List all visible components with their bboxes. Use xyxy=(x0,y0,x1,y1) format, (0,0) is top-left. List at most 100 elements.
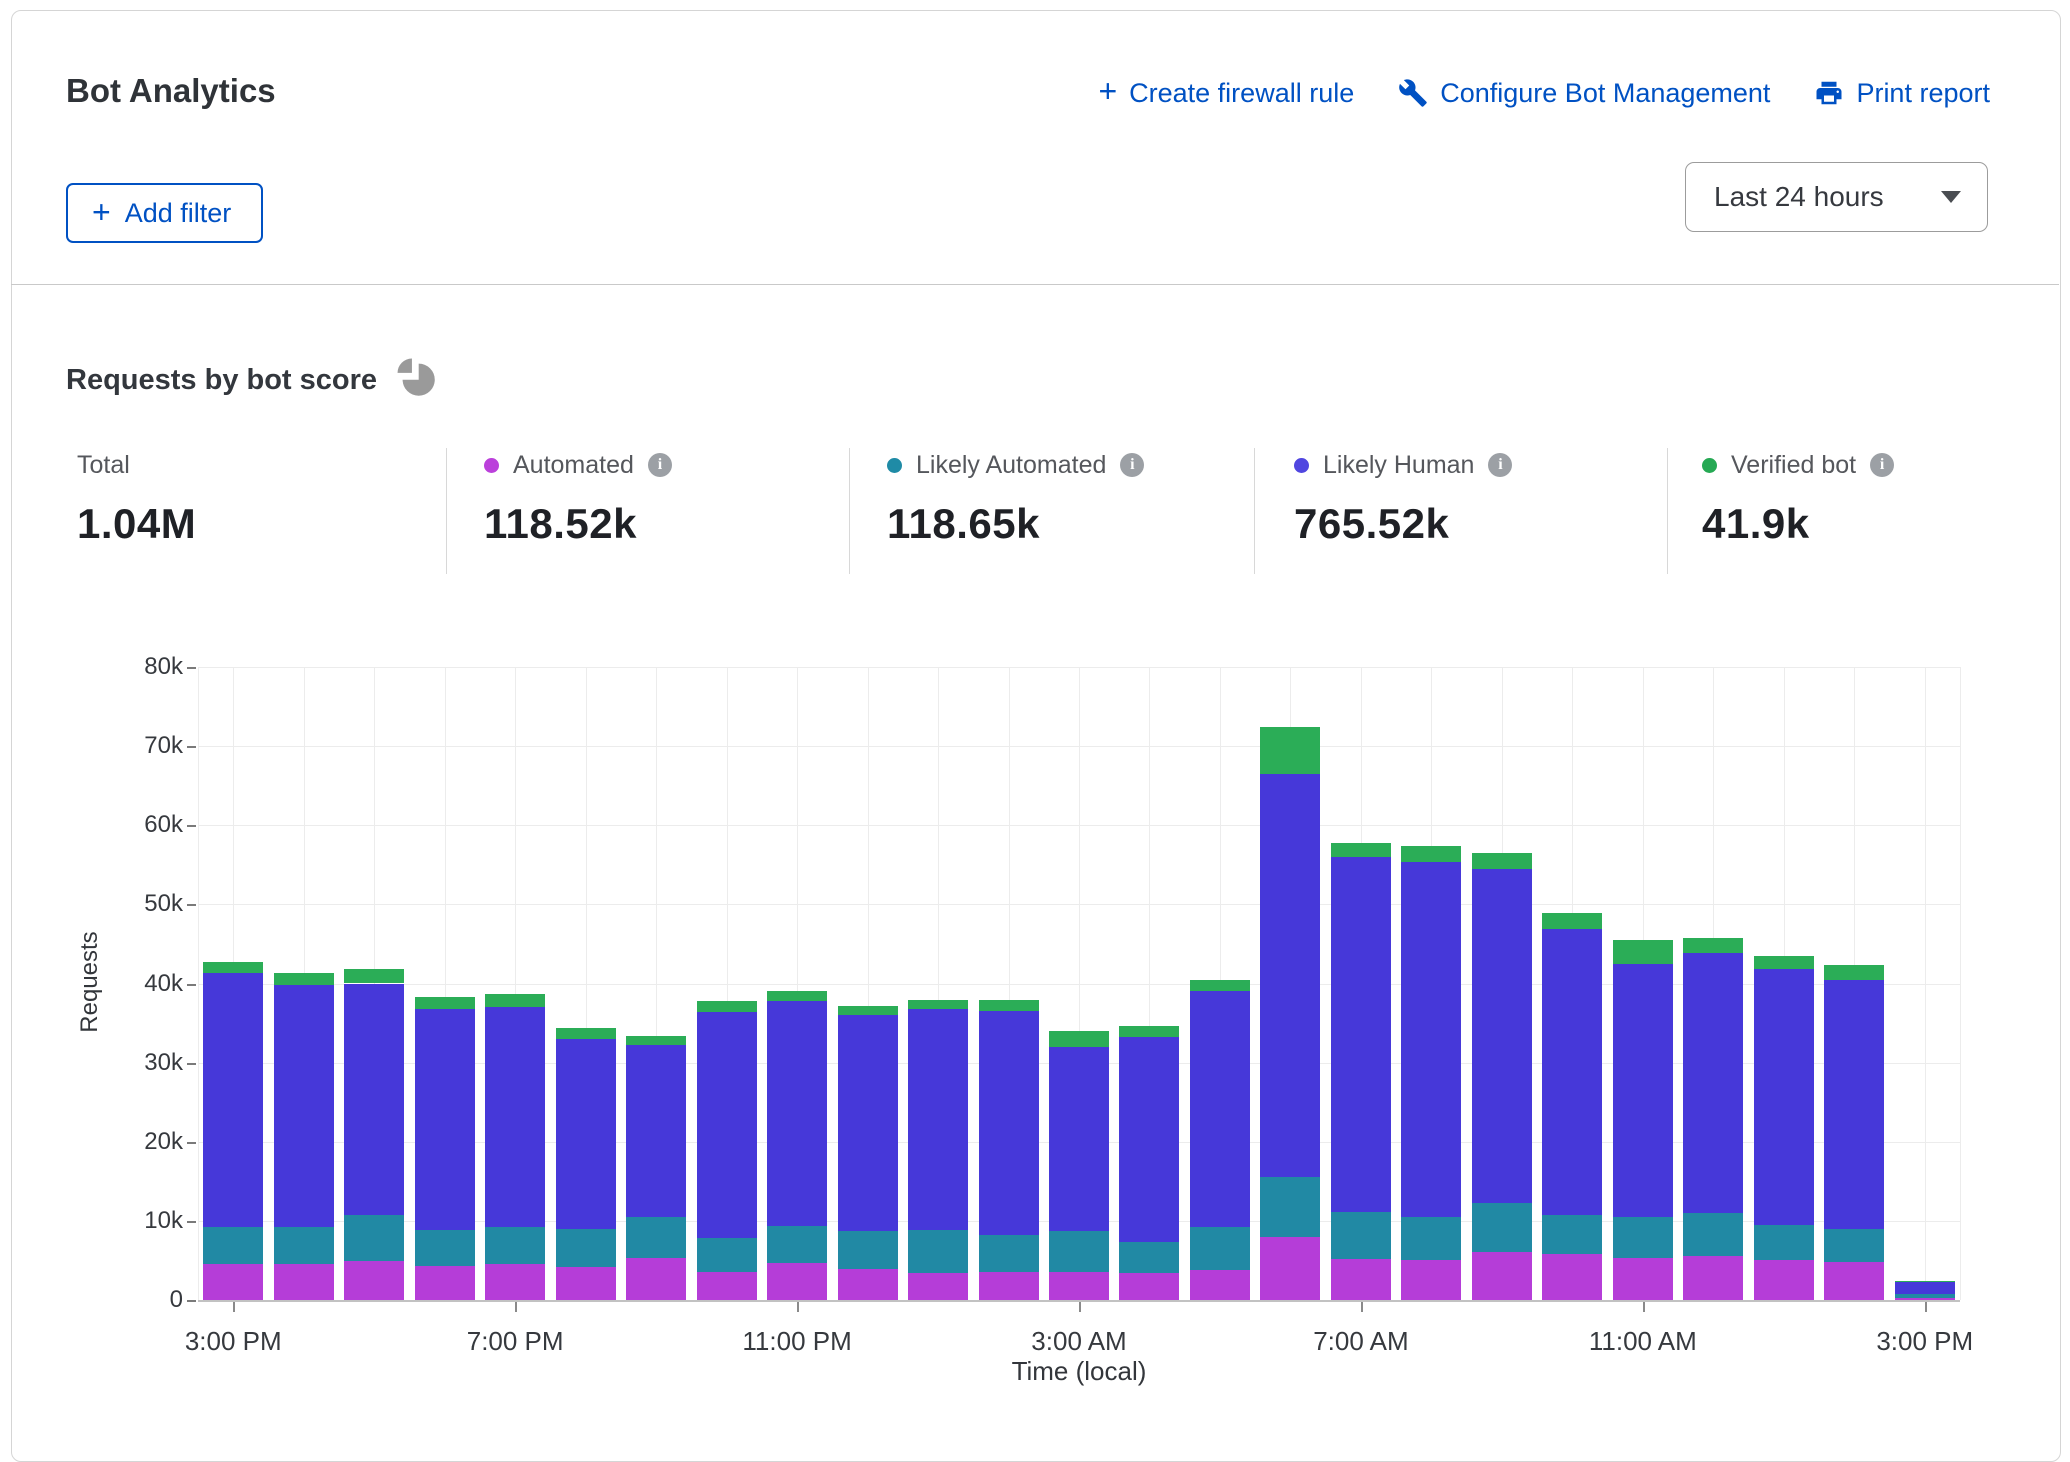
bar-segment-likely-human[interactable] xyxy=(1542,929,1602,1215)
bar-segment-verified-bot[interactable] xyxy=(1119,1026,1179,1037)
bar-segment-verified-bot[interactable] xyxy=(1683,938,1743,953)
bar-segment-verified-bot[interactable] xyxy=(1472,853,1532,869)
bar-segment-automated[interactable] xyxy=(415,1266,475,1300)
bar-segment-automated[interactable] xyxy=(1824,1262,1884,1300)
info-icon[interactable]: i xyxy=(1870,453,1894,477)
bar-segment-likely-automated[interactable] xyxy=(344,1215,404,1261)
bar-segment-likely-human[interactable] xyxy=(1401,862,1461,1217)
bar-segment-automated[interactable] xyxy=(203,1264,263,1300)
bar-segment-likely-automated[interactable] xyxy=(626,1217,686,1258)
bar-segment-verified-bot[interactable] xyxy=(415,997,475,1009)
bar-segment-likely-automated[interactable] xyxy=(203,1227,263,1263)
bar-segment-likely-human[interactable] xyxy=(838,1015,898,1231)
bar-segment-likely-human[interactable] xyxy=(1895,1282,1955,1295)
time-range-dropdown[interactable]: Last 24 hours xyxy=(1685,162,1988,232)
bar-segment-automated[interactable] xyxy=(485,1264,545,1300)
bar-segment-automated[interactable] xyxy=(344,1261,404,1300)
bar-segment-likely-human[interactable] xyxy=(1331,857,1391,1212)
bar-segment-automated[interactable] xyxy=(979,1272,1039,1300)
info-icon[interactable]: i xyxy=(648,453,672,477)
bar-segment-likely-automated[interactable] xyxy=(1613,1217,1673,1258)
bar-segment-automated[interactable] xyxy=(1895,1298,1955,1300)
bar-segment-likely-human[interactable] xyxy=(1190,991,1250,1227)
bar-segment-verified-bot[interactable] xyxy=(767,991,827,1000)
bar-segment-likely-automated[interactable] xyxy=(979,1235,1039,1272)
bar-segment-verified-bot[interactable] xyxy=(1542,913,1602,929)
bar-segment-likely-automated[interactable] xyxy=(838,1231,898,1269)
bar-segment-likely-automated[interactable] xyxy=(1895,1294,1955,1297)
bar-segment-likely-automated[interactable] xyxy=(767,1226,827,1262)
bar-segment-automated[interactable] xyxy=(556,1267,616,1300)
bar-segment-verified-bot[interactable] xyxy=(344,969,404,983)
bar-segment-likely-human[interactable] xyxy=(1754,969,1814,1225)
bar-segment-verified-bot[interactable] xyxy=(1260,727,1320,774)
bar-segment-likely-human[interactable] xyxy=(979,1011,1039,1235)
bar-segment-verified-bot[interactable] xyxy=(203,962,263,973)
bar-segment-automated[interactable] xyxy=(838,1269,898,1300)
bar-segment-automated[interactable] xyxy=(1049,1272,1109,1300)
bar-segment-automated[interactable] xyxy=(1260,1237,1320,1300)
stat-likely-automated[interactable]: Likely Automatedi118.65k xyxy=(887,448,1144,548)
bar-segment-automated[interactable] xyxy=(1613,1258,1673,1300)
bar-segment-automated[interactable] xyxy=(274,1264,334,1300)
bar-segment-likely-automated[interactable] xyxy=(1260,1177,1320,1236)
bar-segment-likely-automated[interactable] xyxy=(1190,1227,1250,1270)
info-icon[interactable]: i xyxy=(1488,453,1512,477)
bar-segment-likely-human[interactable] xyxy=(556,1039,616,1229)
bar-segment-verified-bot[interactable] xyxy=(1613,940,1673,964)
bar-segment-likely-human[interactable] xyxy=(1049,1047,1109,1231)
stat-likely-human[interactable]: Likely Humani765.52k xyxy=(1294,448,1512,548)
bar-segment-likely-human[interactable] xyxy=(908,1009,968,1230)
bar-segment-likely-automated[interactable] xyxy=(1119,1242,1179,1273)
bar-segment-automated[interactable] xyxy=(1119,1273,1179,1300)
bar-segment-automated[interactable] xyxy=(697,1272,757,1300)
bar-segment-likely-automated[interactable] xyxy=(1754,1225,1814,1261)
bar-segment-verified-bot[interactable] xyxy=(1824,965,1884,979)
bar-segment-automated[interactable] xyxy=(908,1273,968,1300)
bar-segment-likely-human[interactable] xyxy=(344,984,404,1216)
bar-segment-verified-bot[interactable] xyxy=(485,994,545,1007)
bar-segment-likely-automated[interactable] xyxy=(1472,1203,1532,1251)
bar-segment-verified-bot[interactable] xyxy=(697,1001,757,1012)
bar-segment-verified-bot[interactable] xyxy=(556,1028,616,1039)
bar-segment-likely-human[interactable] xyxy=(274,985,334,1227)
bar-segment-likely-automated[interactable] xyxy=(1824,1229,1884,1262)
bar-segment-likely-automated[interactable] xyxy=(485,1227,545,1263)
bar-segment-verified-bot[interactable] xyxy=(979,1000,1039,1011)
bar-segment-likely-human[interactable] xyxy=(485,1007,545,1227)
bar-segment-likely-human[interactable] xyxy=(1119,1037,1179,1242)
bar-segment-automated[interactable] xyxy=(1401,1260,1461,1300)
bar-segment-likely-human[interactable] xyxy=(626,1045,686,1217)
bar-segment-likely-human[interactable] xyxy=(767,1001,827,1227)
bar-segment-verified-bot[interactable] xyxy=(1190,980,1250,991)
bar-segment-verified-bot[interactable] xyxy=(838,1006,898,1015)
bar-segment-likely-automated[interactable] xyxy=(415,1230,475,1266)
bar-segment-verified-bot[interactable] xyxy=(1401,846,1461,862)
bar-segment-automated[interactable] xyxy=(1754,1260,1814,1300)
bar-segment-likely-human[interactable] xyxy=(1824,980,1884,1229)
bar-segment-verified-bot[interactable] xyxy=(274,973,334,985)
bar-segment-likely-human[interactable] xyxy=(1260,774,1320,1178)
bar-segment-automated[interactable] xyxy=(626,1258,686,1300)
bar-segment-automated[interactable] xyxy=(1472,1252,1532,1300)
bar-segment-likely-automated[interactable] xyxy=(908,1230,968,1274)
action-link-configure-bot-management[interactable]: Configure Bot Management xyxy=(1398,78,1770,109)
info-icon[interactable]: i xyxy=(1120,453,1144,477)
bar-segment-likely-human[interactable] xyxy=(1472,869,1532,1204)
action-link-create-firewall-rule[interactable]: +Create firewall rule xyxy=(1098,76,1354,110)
action-link-print-report[interactable]: Print report xyxy=(1814,78,1990,109)
bar-segment-verified-bot[interactable] xyxy=(626,1036,686,1045)
bar-segment-automated[interactable] xyxy=(1331,1259,1391,1300)
bar-segment-likely-automated[interactable] xyxy=(556,1229,616,1267)
bar-segment-likely-automated[interactable] xyxy=(1683,1213,1743,1257)
bar-segment-verified-bot[interactable] xyxy=(1754,956,1814,969)
bar-segment-likely-human[interactable] xyxy=(1613,964,1673,1217)
add-filter-button[interactable]: + Add filter xyxy=(66,183,263,243)
bar-segment-likely-automated[interactable] xyxy=(1331,1212,1391,1259)
stat-verified-bot[interactable]: Verified boti41.9k xyxy=(1702,448,1894,548)
bar-segment-likely-human[interactable] xyxy=(415,1009,475,1231)
bar-segment-likely-human[interactable] xyxy=(203,973,263,1227)
bar-segment-verified-bot[interactable] xyxy=(908,1000,968,1009)
bar-segment-verified-bot[interactable] xyxy=(1895,1281,1955,1282)
bar-segment-automated[interactable] xyxy=(1190,1270,1250,1300)
